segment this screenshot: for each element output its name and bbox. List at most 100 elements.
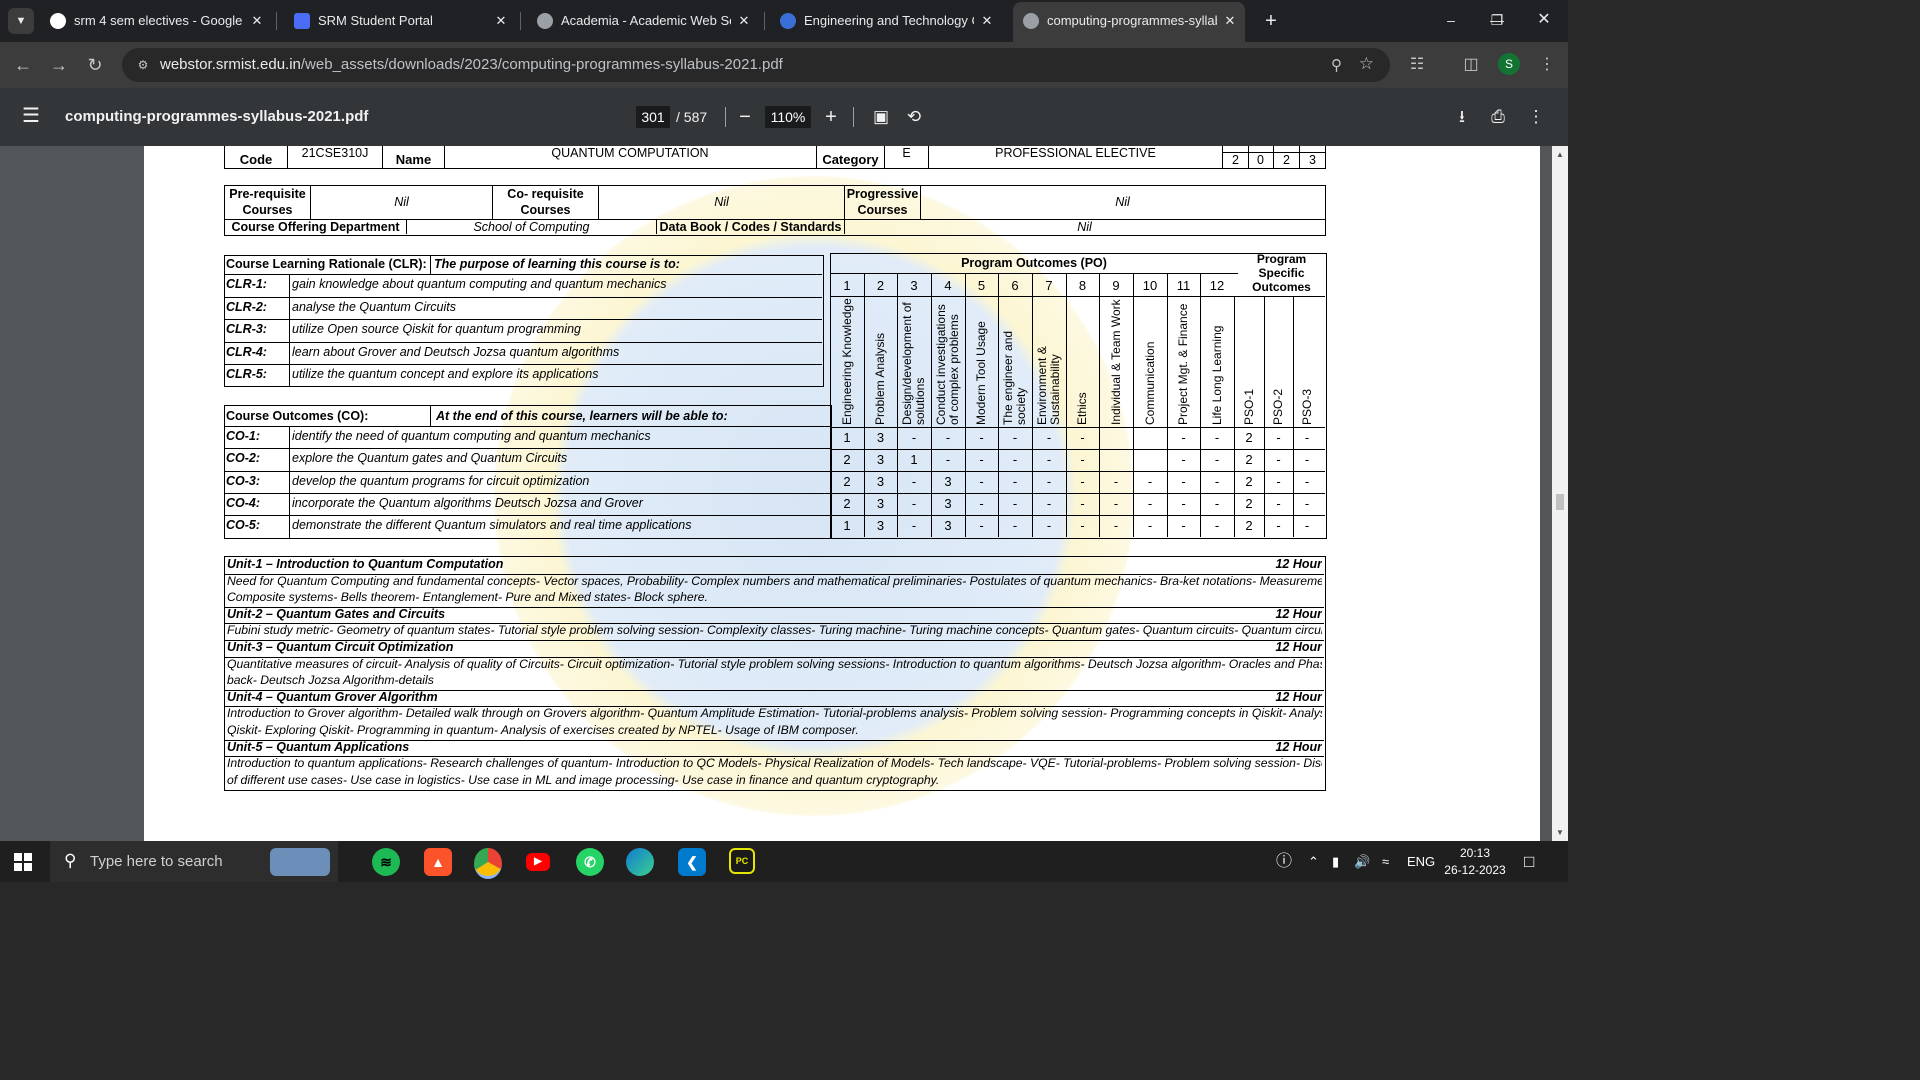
- page-number-input[interactable]: 301: [636, 106, 670, 128]
- language-indicator[interactable]: ENG: [1407, 841, 1435, 882]
- brave-icon[interactable]: ▲: [424, 848, 452, 876]
- clr-text: analyse the Quantum Circuits: [292, 299, 456, 314]
- tab-engineering[interactable]: Engineering and Technology Cu ✕: [770, 6, 1002, 36]
- clr-id: CLR-3:: [226, 322, 267, 337]
- whatsapp-icon[interactable]: ✆: [576, 848, 604, 876]
- more-menu-icon[interactable]: ⋮: [1536, 54, 1558, 76]
- windows-taskbar: ⚲ Type here to search ≋ ▲ ▶ ✆ ❮ PC ⓘ ⌃ ▮…: [0, 841, 1568, 882]
- side-panel-icon[interactable]: ◫: [1460, 54, 1482, 76]
- tab-syllabus-pdf[interactable]: computing-programmes-syllab ✕: [1013, 2, 1245, 42]
- pso-title-2: Specific: [1258, 266, 1305, 280]
- tab-google-search[interactable]: srm 4 sem electives - Google Se ✕: [40, 6, 272, 36]
- vscode-icon[interactable]: ❮: [678, 848, 706, 876]
- chrome-icon[interactable]: [474, 848, 502, 879]
- divider: [224, 426, 830, 427]
- prereq-value: Nil: [394, 195, 409, 209]
- po-value: -: [911, 518, 917, 534]
- edge-icon[interactable]: [626, 848, 654, 876]
- coreq-value: Nil: [714, 195, 729, 209]
- scroll-up-arrow-icon[interactable]: ▲: [1555, 150, 1565, 159]
- zoom-out-icon[interactable]: −: [734, 104, 756, 130]
- close-tab-icon[interactable]: ✕: [978, 6, 996, 36]
- close-tab-icon[interactable]: ✕: [492, 6, 510, 36]
- windows-start-icon[interactable]: [14, 853, 32, 871]
- tab-title: computing-programmes-syllab: [1047, 13, 1217, 28]
- extensions-icon[interactable]: ☷: [1406, 54, 1428, 76]
- po-label: PSO-2: [1271, 388, 1285, 425]
- url-text[interactable]: webstor.srmist.edu.in/web_assets/downloa…: [160, 48, 783, 82]
- databook-label: Data Book / Codes / Standards: [659, 220, 842, 234]
- pycharm-icon[interactable]: PC: [729, 848, 755, 874]
- po-value: -: [1046, 430, 1052, 445]
- print-icon[interactable]: ⎙: [1486, 106, 1510, 128]
- unit-hours: 12 Hour: [1275, 640, 1322, 654]
- tab-academia[interactable]: Academia - Academic Web Serv ✕: [527, 6, 759, 36]
- zoom-level-input[interactable]: 110%: [765, 106, 811, 128]
- site-info-icon[interactable]: ⚙: [134, 56, 152, 74]
- pso-value: -: [1304, 452, 1310, 468]
- pso-value: 2: [1245, 430, 1253, 445]
- pso-value: 2: [1245, 518, 1253, 534]
- wifi-icon[interactable]: ≈: [1382, 841, 1389, 882]
- po-label: Life Long Learning: [1209, 325, 1224, 425]
- volume-icon[interactable]: 🔊: [1354, 841, 1370, 882]
- bookmark-star-icon[interactable]: ☆: [1359, 54, 1374, 74]
- zoom-icon[interactable]: ⚲: [1331, 56, 1342, 74]
- search-highlight-illustration-icon[interactable]: [270, 848, 330, 876]
- po-value: -: [1080, 518, 1085, 534]
- srm-logo-icon: [780, 13, 796, 29]
- dept-label: Course Offering Department: [231, 220, 400, 234]
- scroll-down-arrow-icon[interactable]: ▼: [1555, 828, 1565, 837]
- forward-arrow-icon[interactable]: →: [44, 50, 74, 80]
- spotify-icon[interactable]: ≋: [372, 848, 400, 876]
- unit-hours: 12 Hour: [1275, 689, 1322, 704]
- show-hidden-icons-chevron-icon[interactable]: ⌃: [1308, 841, 1319, 882]
- po-value: 3: [944, 496, 952, 512]
- po-number: 8: [1078, 278, 1087, 293]
- divider: [853, 107, 854, 127]
- address-bar[interactable]: ⚙ webstor.srmist.edu.in/web_assets/downl…: [122, 48, 1390, 82]
- download-icon[interactable]: ⭳: [1450, 106, 1474, 128]
- zoom-in-icon[interactable]: +: [820, 104, 842, 130]
- fit-to-page-icon[interactable]: ▣: [869, 106, 893, 128]
- back-arrow-icon[interactable]: ←: [8, 50, 38, 80]
- new-tab-button[interactable]: +: [1258, 8, 1284, 34]
- po-value: -: [1214, 430, 1220, 445]
- youtube-icon[interactable]: ▶: [526, 853, 550, 871]
- po-number: 1: [843, 278, 851, 293]
- po-label: PSO-3: [1299, 388, 1314, 425]
- close-window-button[interactable]: ✕: [1520, 0, 1568, 42]
- taskbar-clock[interactable]: 20:13 26-12-2023: [1440, 845, 1510, 879]
- close-tab-icon[interactable]: ✕: [1221, 2, 1239, 40]
- minimize-glyph-button[interactable]: –: [1428, 0, 1474, 42]
- po-value: 2: [843, 474, 851, 490]
- unit-title: Unit-1 – Introduction to Quantum Computa…: [227, 557, 504, 571]
- pso-title-3: Outcomes: [1252, 280, 1311, 294]
- hamburger-menu-icon[interactable]: ☰: [22, 106, 40, 126]
- tab-srm-portal[interactable]: SRM Student Portal ✕: [284, 6, 516, 36]
- close-tab-icon[interactable]: ✕: [735, 6, 753, 36]
- pso-value: -: [1304, 474, 1310, 490]
- help-icon[interactable]: ⓘ: [1276, 841, 1292, 882]
- scrollbar-thumb[interactable]: [1556, 494, 1564, 510]
- divider: [830, 493, 1325, 495]
- reload-icon[interactable]: ↻: [80, 50, 110, 80]
- po-value: -: [1012, 474, 1018, 490]
- divider: [289, 274, 290, 386]
- divider: [224, 296, 822, 298]
- pdf-viewer[interactable]: Code 21CSE310J Name QUANTUM COMPUTATION …: [0, 146, 1568, 841]
- profile-avatar[interactable]: S: [1498, 53, 1520, 75]
- tab-search-dropdown-icon[interactable]: ▼: [8, 8, 34, 34]
- vertical-scrollbar[interactable]: ▲ ▼: [1552, 146, 1568, 841]
- close-tab-icon[interactable]: ✕: [248, 6, 266, 36]
- tab-title: srm 4 sem electives - Google Se: [74, 13, 244, 28]
- rotate-icon[interactable]: ⟲: [902, 106, 926, 128]
- divider: [224, 364, 822, 366]
- po-value: -: [1012, 518, 1018, 534]
- maximize-restore-button[interactable]: ❐: [1474, 0, 1520, 42]
- notifications-icon[interactable]: □: [1524, 841, 1534, 882]
- co-text: develop the quantum programs for circuit…: [292, 473, 590, 488]
- battery-icon[interactable]: ▮: [1332, 841, 1339, 882]
- divider: [224, 492, 830, 494]
- more-actions-icon[interactable]: ⋮: [1524, 106, 1548, 128]
